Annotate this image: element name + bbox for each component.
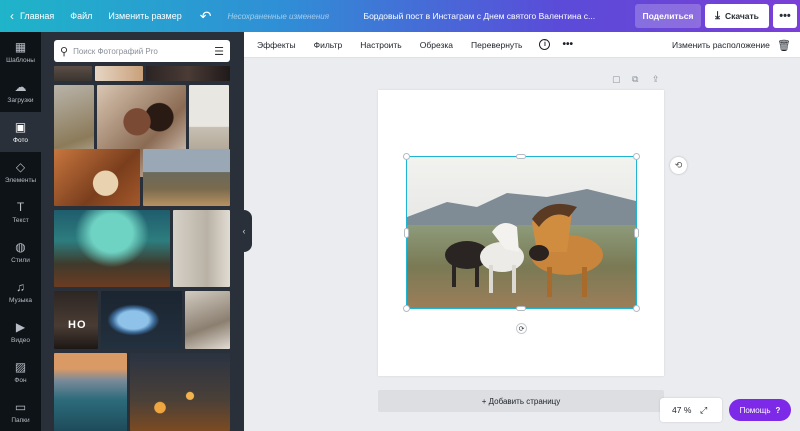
rail-tab-styles[interactable]: ◍ Стили (0, 232, 41, 272)
rail-tab-templates[interactable]: ▦ Шаблоны (0, 32, 41, 72)
chevron-left-icon: ‹ (10, 9, 14, 23)
image-toolbar: Эффекты Фильтр Настроить Обрезка Перевер… (244, 32, 800, 58)
fullscreen-icon[interactable]: ⤢ (700, 405, 707, 416)
resize-handle-left[interactable] (404, 228, 409, 238)
resize-handle-top-left[interactable] (403, 153, 410, 160)
rail-tab-label: Текст (12, 217, 29, 224)
rail-tab-label: Фото (13, 137, 28, 144)
selected-photo-horses[interactable] (407, 157, 636, 308)
question-icon: ? (775, 405, 781, 415)
crop-button[interactable]: Обрезка (411, 40, 462, 50)
home-label: Главная (20, 11, 55, 21)
photo-icon: ▣ (14, 120, 27, 134)
autosave-status: Несохраненные изменения (227, 11, 329, 21)
photo-thumbnail[interactable] (143, 149, 230, 206)
shapes-icon: ◇ (15, 160, 26, 174)
resize-handle-top[interactable] (516, 154, 526, 159)
photo-thumbnail[interactable]: HO (54, 291, 98, 349)
rail-tab-label: Папки (11, 417, 30, 424)
download-button[interactable]: ⤓ Скачать (705, 4, 769, 28)
more-dots-icon: ••• (779, 10, 791, 22)
music-icon: ♫ (16, 280, 25, 294)
rail-tab-photos[interactable]: ▣ Фото (0, 112, 41, 152)
folder-icon: ▭ (14, 400, 27, 414)
rail-tab-label: Элементы (4, 177, 37, 184)
resize-menu[interactable]: Изменить размер (100, 0, 189, 32)
filter-button[interactable]: Фильтр (305, 40, 352, 50)
rail-tab-label: Музыка (9, 297, 32, 304)
rail-tab-label: Видео (11, 337, 30, 344)
rail-tab-folders[interactable]: ▭ Папки (0, 392, 41, 431)
rail-tab-background[interactable]: ▨ Фон (0, 352, 41, 392)
resize-handle-bottom-left[interactable] (403, 305, 410, 312)
adjust-button[interactable]: Настроить (351, 40, 411, 50)
zoom-control[interactable]: 47 % ⤢ (660, 398, 722, 422)
photo-thumbnail[interactable] (173, 210, 230, 287)
horses-photo (407, 157, 636, 308)
resize-handle-bottom-right[interactable] (633, 305, 640, 312)
download-icon: ⤓ (715, 9, 720, 22)
add-page-button[interactable]: + Добавить страницу (378, 390, 664, 412)
video-icon: ▶ (15, 320, 26, 334)
rail-tab-label: Стили (11, 257, 30, 264)
share-page-icon[interactable]: ⇪ (652, 74, 660, 85)
photo-thumbnail[interactable] (54, 149, 140, 206)
search-input[interactable] (73, 46, 215, 56)
position-button[interactable]: Изменить расположение (663, 32, 779, 58)
background-icon: ▨ (14, 360, 27, 374)
photo-thumbnail[interactable] (54, 66, 92, 81)
flip-button[interactable]: Перевернуть (462, 40, 531, 50)
rail-tab-uploads[interactable]: ☁ Загрузки (0, 72, 41, 112)
resize-handle-bottom[interactable] (516, 306, 526, 311)
search-icon: ⚲ (60, 45, 69, 58)
document-title[interactable]: Бордовый пост в Инстаграм с Днем святого… (359, 11, 599, 21)
layout-icon: ▦ (14, 40, 27, 54)
rail-tab-video[interactable]: ▶ Видео (0, 312, 41, 352)
undo-icon[interactable]: ↶ (190, 0, 222, 32)
photo-thumbnail[interactable] (130, 353, 230, 431)
chevron-left-icon: ‹ (242, 226, 246, 236)
left-rail: ▦ Шаблоны ☁ Загрузки ▣ Фото ◇ Элементы T… (0, 32, 41, 431)
info-icon[interactable]: i (539, 39, 551, 50)
effects-button[interactable]: Эффекты (244, 40, 305, 50)
photo-search[interactable]: ⚲ ☰ (54, 40, 230, 62)
resize-handle-top-right[interactable] (633, 153, 640, 160)
collapse-panel-button[interactable]: ‹ (236, 210, 252, 252)
photo-thumbnail[interactable] (185, 291, 230, 349)
text-icon: T (16, 200, 25, 214)
palette-icon: ◍ (15, 240, 26, 254)
rail-tab-label: Шаблоны (6, 57, 35, 64)
file-menu[interactable]: Файл (62, 0, 100, 32)
photos-panel: ⚲ ☰ HO (41, 32, 244, 431)
rail-tab-label: Фон (14, 377, 27, 384)
add-comment-icon[interactable]: ⟲ (670, 157, 687, 174)
filter-sliders-icon[interactable]: ☰ (214, 45, 224, 58)
resize-handle-right[interactable] (634, 228, 639, 238)
rail-tab-label: Загрузки (7, 97, 34, 104)
upload-icon: ☁ (14, 80, 27, 94)
trash-icon[interactable]: 🗑 (777, 32, 791, 58)
photo-thumbnail[interactable] (101, 291, 182, 349)
help-label: Помощь (739, 405, 771, 415)
rail-tab-text[interactable]: T Текст (0, 192, 41, 232)
rail-tab-music[interactable]: ♫ Музыка (0, 272, 41, 312)
rotate-handle-icon[interactable]: ⟳ (516, 323, 527, 334)
home-button[interactable]: ‹ Главная (0, 0, 62, 32)
share-button[interactable]: Поделиться (635, 4, 701, 28)
zoom-value[interactable]: 47 % (660, 405, 700, 415)
photo-thumbnail[interactable] (95, 66, 143, 81)
rail-tab-elements[interactable]: ◇ Элементы (0, 152, 41, 192)
duplicate-icon[interactable]: ⧉ (632, 74, 638, 85)
help-button[interactable]: Помощь ? (729, 399, 791, 421)
more-dots-icon[interactable]: ••• (558, 39, 577, 50)
photo-thumbnail[interactable] (54, 353, 127, 431)
download-label: Скачать (724, 11, 759, 21)
photo-overlay-text: HO (68, 319, 87, 331)
photo-thumbnail[interactable] (54, 210, 170, 287)
more-options-button[interactable]: ••• (773, 4, 797, 28)
photo-thumbnail[interactable] (146, 66, 230, 81)
comment-icon[interactable]: ▢ (612, 74, 621, 85)
